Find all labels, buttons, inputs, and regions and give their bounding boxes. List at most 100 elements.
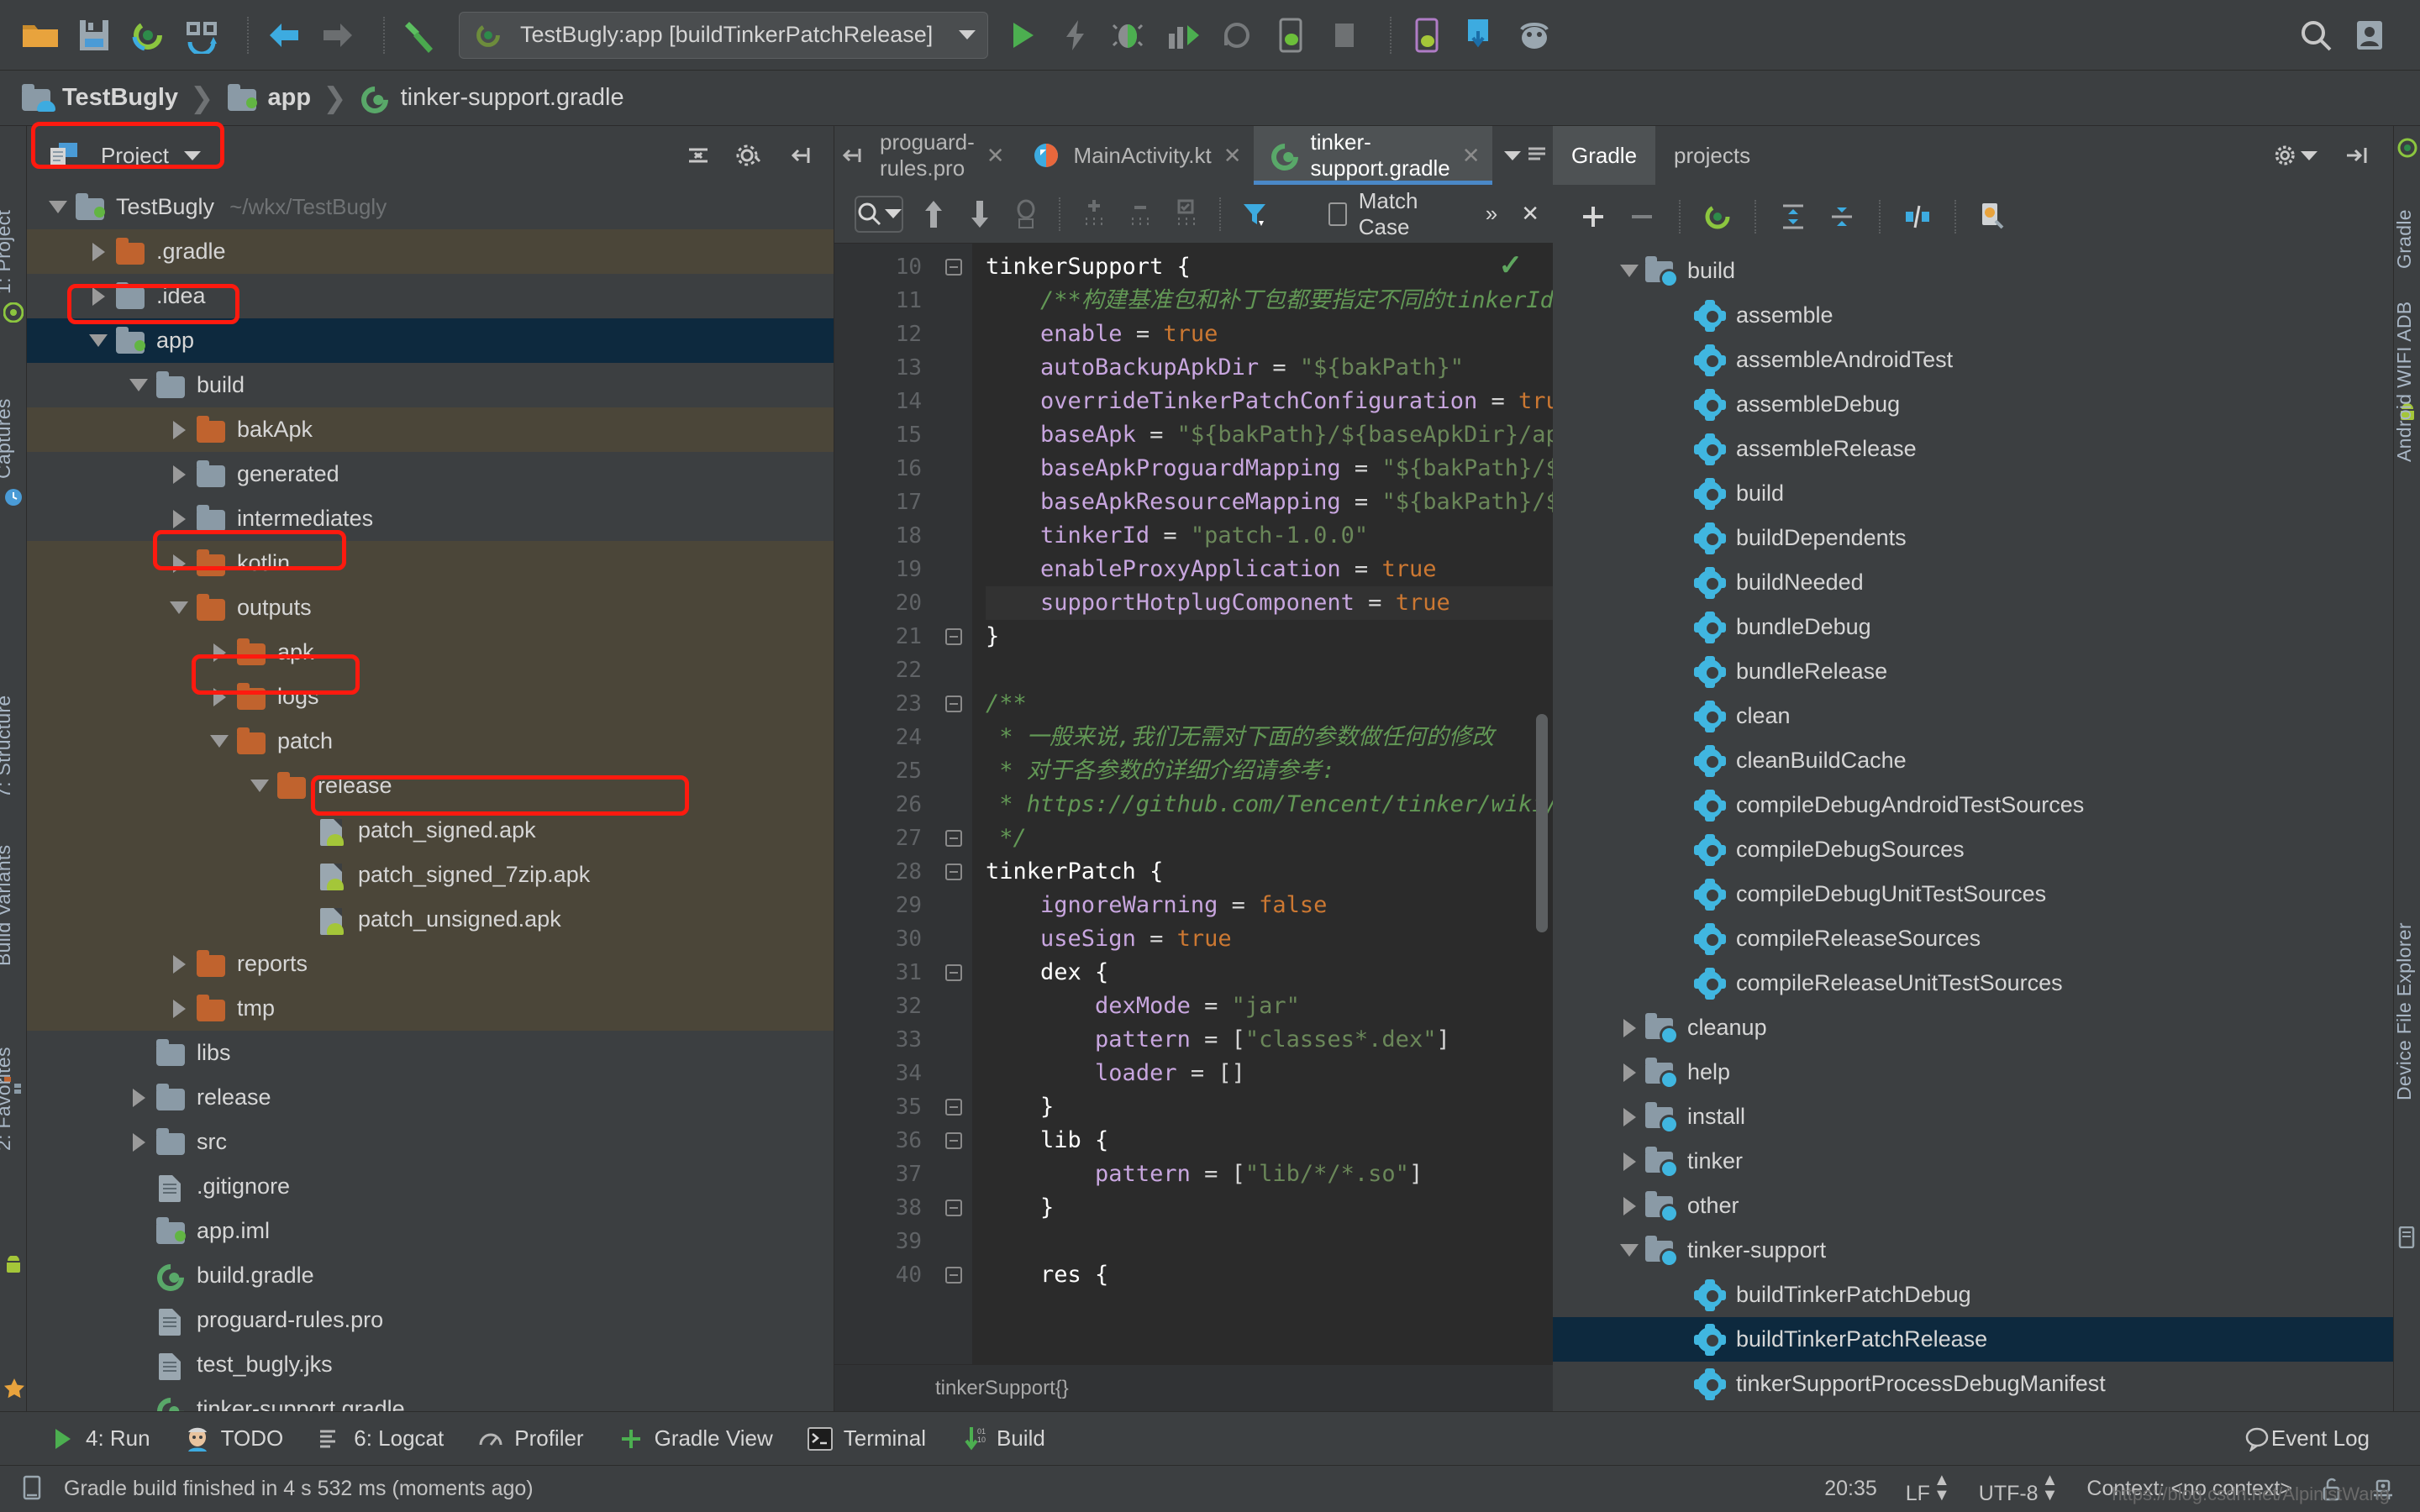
fold-marker-icon[interactable] <box>935 822 972 855</box>
chevron-right-icon[interactable] <box>166 417 192 443</box>
chevron-right-icon[interactable] <box>207 640 232 665</box>
line-separator-selector[interactable]: LF▲ ▼ <box>1906 1472 1950 1506</box>
gradle-task-cleanup[interactable]: cleanup <box>1553 1005 2393 1050</box>
bottom-tab-6-logcat[interactable]: 6: Logcat <box>315 1425 444 1452</box>
sdk-manager-icon[interactable] <box>1459 13 1502 57</box>
remove-icon[interactable] <box>1620 197 1664 236</box>
breadcrumb-item-project[interactable]: TestBugly <box>20 83 178 113</box>
gradle-task-install[interactable]: install <box>1553 1095 2393 1139</box>
tree-node-test-bugly-jks[interactable]: test_bugly.jks <box>27 1342 834 1387</box>
find-more-options[interactable]: » <box>1486 201 1497 227</box>
find-next-icon[interactable] <box>963 196 996 233</box>
tab-gradle[interactable]: Gradle <box>1553 126 1656 185</box>
chevron-down-icon[interactable] <box>1617 1238 1642 1263</box>
chevron-right-icon[interactable] <box>166 952 192 977</box>
breadcrumb-item-module[interactable]: app <box>226 83 311 113</box>
tab-gradle-projects[interactable]: projects <box>1655 126 1769 185</box>
chevron-down-icon[interactable] <box>247 774 272 799</box>
gradle-task-compilereleasesources[interactable]: compileReleaseSources <box>1553 916 2393 961</box>
sidebar-item-device-file-explorer[interactable]: Device File Explorer <box>2393 922 2416 1100</box>
forward-icon[interactable] <box>316 13 360 57</box>
gradle-task-tinker-support[interactable]: tinker-support <box>1553 1228 2393 1273</box>
tree-node--gitignore[interactable]: .gitignore <box>27 1164 834 1209</box>
collapse-all-icon[interactable] <box>1820 197 1864 236</box>
add-selection-icon[interactable] <box>1077 196 1110 233</box>
tree-node-outputs[interactable]: outputs <box>27 585 834 630</box>
gradle-task-cleanbuildcache[interactable]: cleanBuildCache <box>1553 738 2393 783</box>
gradle-settings-icon[interactable] <box>1971 197 2015 236</box>
gradle-task-compiledebugsources[interactable]: compileDebugSources <box>1553 827 2393 872</box>
tree-node-apk[interactable]: apk <box>27 630 834 675</box>
sidebar-item-captures[interactable]: Captures <box>0 398 15 479</box>
sidebar-item-gradle[interactable]: Gradle <box>2393 209 2416 269</box>
refresh-gradle-icon[interactable] <box>1696 197 1739 236</box>
sync-project-icon[interactable] <box>180 13 224 57</box>
toggle-offline-icon[interactable] <box>1896 197 1939 236</box>
prev-tab-icon[interactable] <box>839 134 863 177</box>
tree-node-patch[interactable]: patch <box>27 719 834 764</box>
fold-marker-icon[interactable] <box>935 687 972 721</box>
avd-manager-icon[interactable] <box>1405 13 1449 57</box>
debug-icon[interactable] <box>1107 13 1151 57</box>
close-icon[interactable]: ✕ <box>1223 143 1242 169</box>
tree-node-libs[interactable]: libs <box>27 1031 834 1075</box>
chevron-right-icon[interactable] <box>1617 1016 1642 1041</box>
chevron-down-icon[interactable] <box>207 729 232 754</box>
gradle-task-assemblerelease[interactable]: assembleRelease <box>1553 427 2393 471</box>
gradle-task-build[interactable]: build <box>1553 249 2393 293</box>
tree-node-app-iml[interactable]: app.iml <box>27 1209 834 1253</box>
tree-node-src[interactable]: src <box>27 1120 834 1164</box>
settings-gear-icon[interactable] <box>2274 136 2317 175</box>
chevron-right-icon[interactable] <box>166 996 192 1021</box>
encoding-selector[interactable]: UTF-8▲ ▼ <box>1979 1472 2059 1506</box>
tree-node-release[interactable]: release <box>27 1075 834 1120</box>
chevron-down-icon[interactable] <box>959 30 976 39</box>
close-icon[interactable]: ✕ <box>986 143 1005 169</box>
run-device-icon[interactable] <box>1269 13 1313 57</box>
project-view-selector[interactable]: Project <box>37 136 213 175</box>
gradle-task-bundlerelease[interactable]: bundleRelease <box>1553 649 2393 694</box>
build-hammer-icon[interactable] <box>398 13 442 57</box>
back-icon[interactable] <box>262 13 306 57</box>
gradle-task-buildneeded[interactable]: buildNeeded <box>1553 560 2393 605</box>
chevron-down-icon[interactable] <box>45 195 71 220</box>
tab-tinker-support-gradle[interactable]: tinker-support.gradle ✕ <box>1253 126 1492 185</box>
chevron-down-icon[interactable] <box>183 150 201 160</box>
fold-marker-icon[interactable] <box>935 620 972 654</box>
find-close-icon[interactable]: ✕ <box>1521 201 1539 227</box>
sidebar-item-structure[interactable]: 7: Structure <box>0 696 15 799</box>
tree-node-proguard-rules-pro[interactable]: proguard-rules.pro <box>27 1298 834 1342</box>
settings-gear-icon[interactable] <box>731 134 766 177</box>
user-account-icon[interactable] <box>2348 13 2391 57</box>
bottom-tab-profiler[interactable]: Profiler <box>476 1425 584 1452</box>
tree-node-reports[interactable]: reports <box>27 942 834 986</box>
tree-node-build-gradle[interactable]: build.gradle <box>27 1253 834 1298</box>
gradle-task-help[interactable]: help <box>1553 1050 2393 1095</box>
chevron-right-icon[interactable] <box>1617 1060 1642 1085</box>
close-icon[interactable]: ✕ <box>1462 143 1481 169</box>
gradle-task-builddependents[interactable]: buildDependents <box>1553 516 2393 560</box>
chevron-right-icon[interactable] <box>166 507 192 532</box>
chevron-down-icon[interactable] <box>126 373 151 398</box>
gradle-task-buildtinkerpatchrelease[interactable]: buildTinkerPatchRelease <box>1553 1317 2393 1362</box>
tree-node-bakapk[interactable]: bakApk <box>27 407 834 452</box>
tree-node--gradle[interactable]: .gradle <box>27 229 834 274</box>
fold-marker-icon[interactable] <box>935 1090 972 1124</box>
run-configuration-selector[interactable]: TestBugly:app [buildTinkerPatchRelease] <box>459 11 988 59</box>
fold-marker-icon[interactable] <box>935 1258 972 1292</box>
chevron-right-icon[interactable] <box>166 462 192 487</box>
bottom-tab-terminal[interactable]: Terminal <box>805 1425 926 1452</box>
sidebar-item-build-variants[interactable]: Build Variants <box>0 845 15 966</box>
fold-marker-icon[interactable] <box>935 250 972 284</box>
chevron-right-icon[interactable] <box>126 1085 151 1110</box>
sync-gradle-icon[interactable] <box>126 13 170 57</box>
tree-node-patch-signed-7zip-apk[interactable]: patch_signed_7zip.apk <box>27 853 834 897</box>
tree-node-tinker-support-gradle[interactable]: tinker-support.gradle <box>27 1387 834 1411</box>
sidebar-item-android-wifi-adb[interactable]: Android WIFI ADB <box>2393 302 2416 462</box>
fold-marker-icon[interactable] <box>935 1191 972 1225</box>
chevron-right-icon[interactable] <box>166 551 192 576</box>
tree-node-logs[interactable]: logs <box>27 675 834 719</box>
match-case-checkbox[interactable]: Match Case <box>1328 188 1447 240</box>
breadcrumb-item-file[interactable]: tinker-support.gradle <box>355 80 624 119</box>
tree-node-release[interactable]: release <box>27 764 834 808</box>
